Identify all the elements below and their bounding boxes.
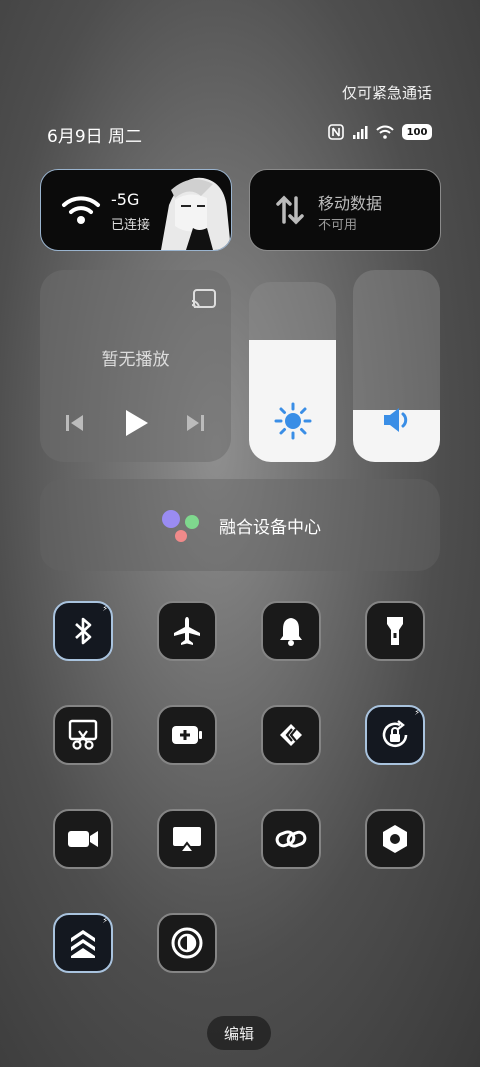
fusion-label: 融合设备中心: [219, 517, 321, 538]
brightness-fill: [249, 339, 336, 462]
screen-mirror-toggle[interactable]: [157, 809, 217, 869]
wifi-network-name: -5G: [111, 190, 140, 209]
performance-mode-icon: [71, 930, 95, 958]
contrast-icon: [171, 927, 203, 959]
status-icons: 100: [328, 122, 432, 142]
flashlight-toggle[interactable]: [365, 601, 425, 661]
battery-saver-toggle[interactable]: [157, 705, 217, 765]
battery-level: 100: [406, 126, 428, 138]
bluetooth-icon: [75, 617, 92, 645]
mobile-data-status: 不可用: [318, 218, 358, 233]
contrast-toggle[interactable]: [157, 913, 217, 973]
emergency-calls-only-text: 仅可紧急通话: [341, 84, 432, 102]
wifi-icon: [376, 125, 394, 139]
play-icon[interactable]: [122, 408, 150, 438]
brightness-slider[interactable]: [249, 282, 336, 462]
nfc-icon: [328, 124, 344, 140]
rotation-lock-icon: [382, 720, 408, 748]
airplane-mode-toggle[interactable]: [157, 601, 217, 661]
link-icon: [275, 830, 307, 848]
bluetooth-toggle[interactable]: ⚡: [53, 601, 113, 661]
flashlight-icon: [387, 617, 403, 645]
hexagon-nut-icon: [383, 825, 407, 853]
hexagon-toggle[interactable]: [365, 809, 425, 869]
fusion-dots-icon: [162, 510, 199, 542]
ring-mode-toggle[interactable]: [261, 601, 321, 661]
performance-mode-toggle[interactable]: ⚡: [53, 913, 113, 973]
wifi-icon: [62, 196, 100, 224]
mobile-data-tile[interactable]: 移动数据 不可用: [249, 169, 441, 251]
volume-slider[interactable]: [353, 270, 440, 462]
mobile-data-label: 移动数据: [318, 194, 383, 213]
screenshot-toggle[interactable]: [53, 705, 113, 765]
link-toggle[interactable]: [261, 809, 321, 869]
bell-icon: [280, 618, 302, 646]
media-player-card: 暂无播放: [40, 270, 231, 462]
fusion-device-center[interactable]: 融合设备中心: [40, 479, 440, 571]
airplane-icon: [174, 617, 200, 645]
screenshot-icon: [68, 719, 98, 750]
cast-arrows-toggle[interactable]: [261, 705, 321, 765]
edit-button[interactable]: 编辑: [207, 1016, 271, 1050]
battery-icon: 100: [402, 124, 432, 140]
rotation-lock-toggle[interactable]: ⚡: [365, 705, 425, 765]
control-center: { "status_bar": { "emergency_text": "仅可紧…: [0, 0, 480, 1067]
signal-icon: [353, 126, 368, 139]
screen-record-toggle[interactable]: [53, 809, 113, 869]
data-transfer-icon: [276, 195, 304, 225]
previous-icon[interactable]: [64, 412, 86, 434]
next-icon[interactable]: [184, 412, 206, 434]
cast-arrows-icon: [280, 724, 302, 746]
screen-record-icon: [68, 831, 98, 847]
wifi-tile[interactable]: -5G 已连接: [40, 169, 232, 251]
speaker-icon: [384, 408, 408, 432]
battery-saver-icon: [172, 726, 202, 744]
date-label: 6月9日 周二: [47, 127, 143, 147]
media-title: 暂无播放: [101, 350, 170, 370]
cast-icon[interactable]: [191, 288, 217, 310]
screen-mirror-icon: [173, 827, 201, 853]
anime-wallpaper-image: [161, 177, 231, 250]
sun-icon: [274, 402, 312, 440]
